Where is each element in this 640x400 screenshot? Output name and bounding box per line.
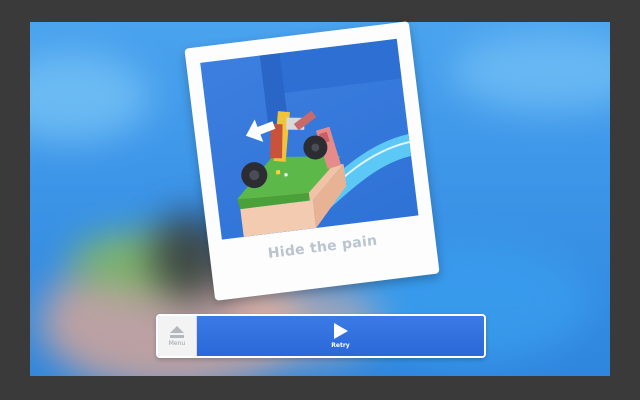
crash-snapshot: [200, 38, 419, 240]
result-polaroid: Hide the pain: [184, 21, 440, 301]
action-bar: Menu Retry: [156, 314, 486, 358]
snapshot-scene: [200, 38, 412, 237]
sky-wall: [200, 38, 402, 95]
background-cloud: [450, 32, 610, 112]
menu-button[interactable]: Menu: [158, 316, 197, 356]
retry-button[interactable]: Retry: [197, 316, 484, 356]
background-cloud: [30, 52, 150, 142]
sparkle: [275, 169, 281, 175]
menu-label: Menu: [168, 339, 186, 347]
sparkle: [284, 173, 288, 177]
retry-label: Retry: [331, 342, 350, 349]
eject-icon: [170, 325, 184, 338]
play-icon: [333, 323, 348, 339]
